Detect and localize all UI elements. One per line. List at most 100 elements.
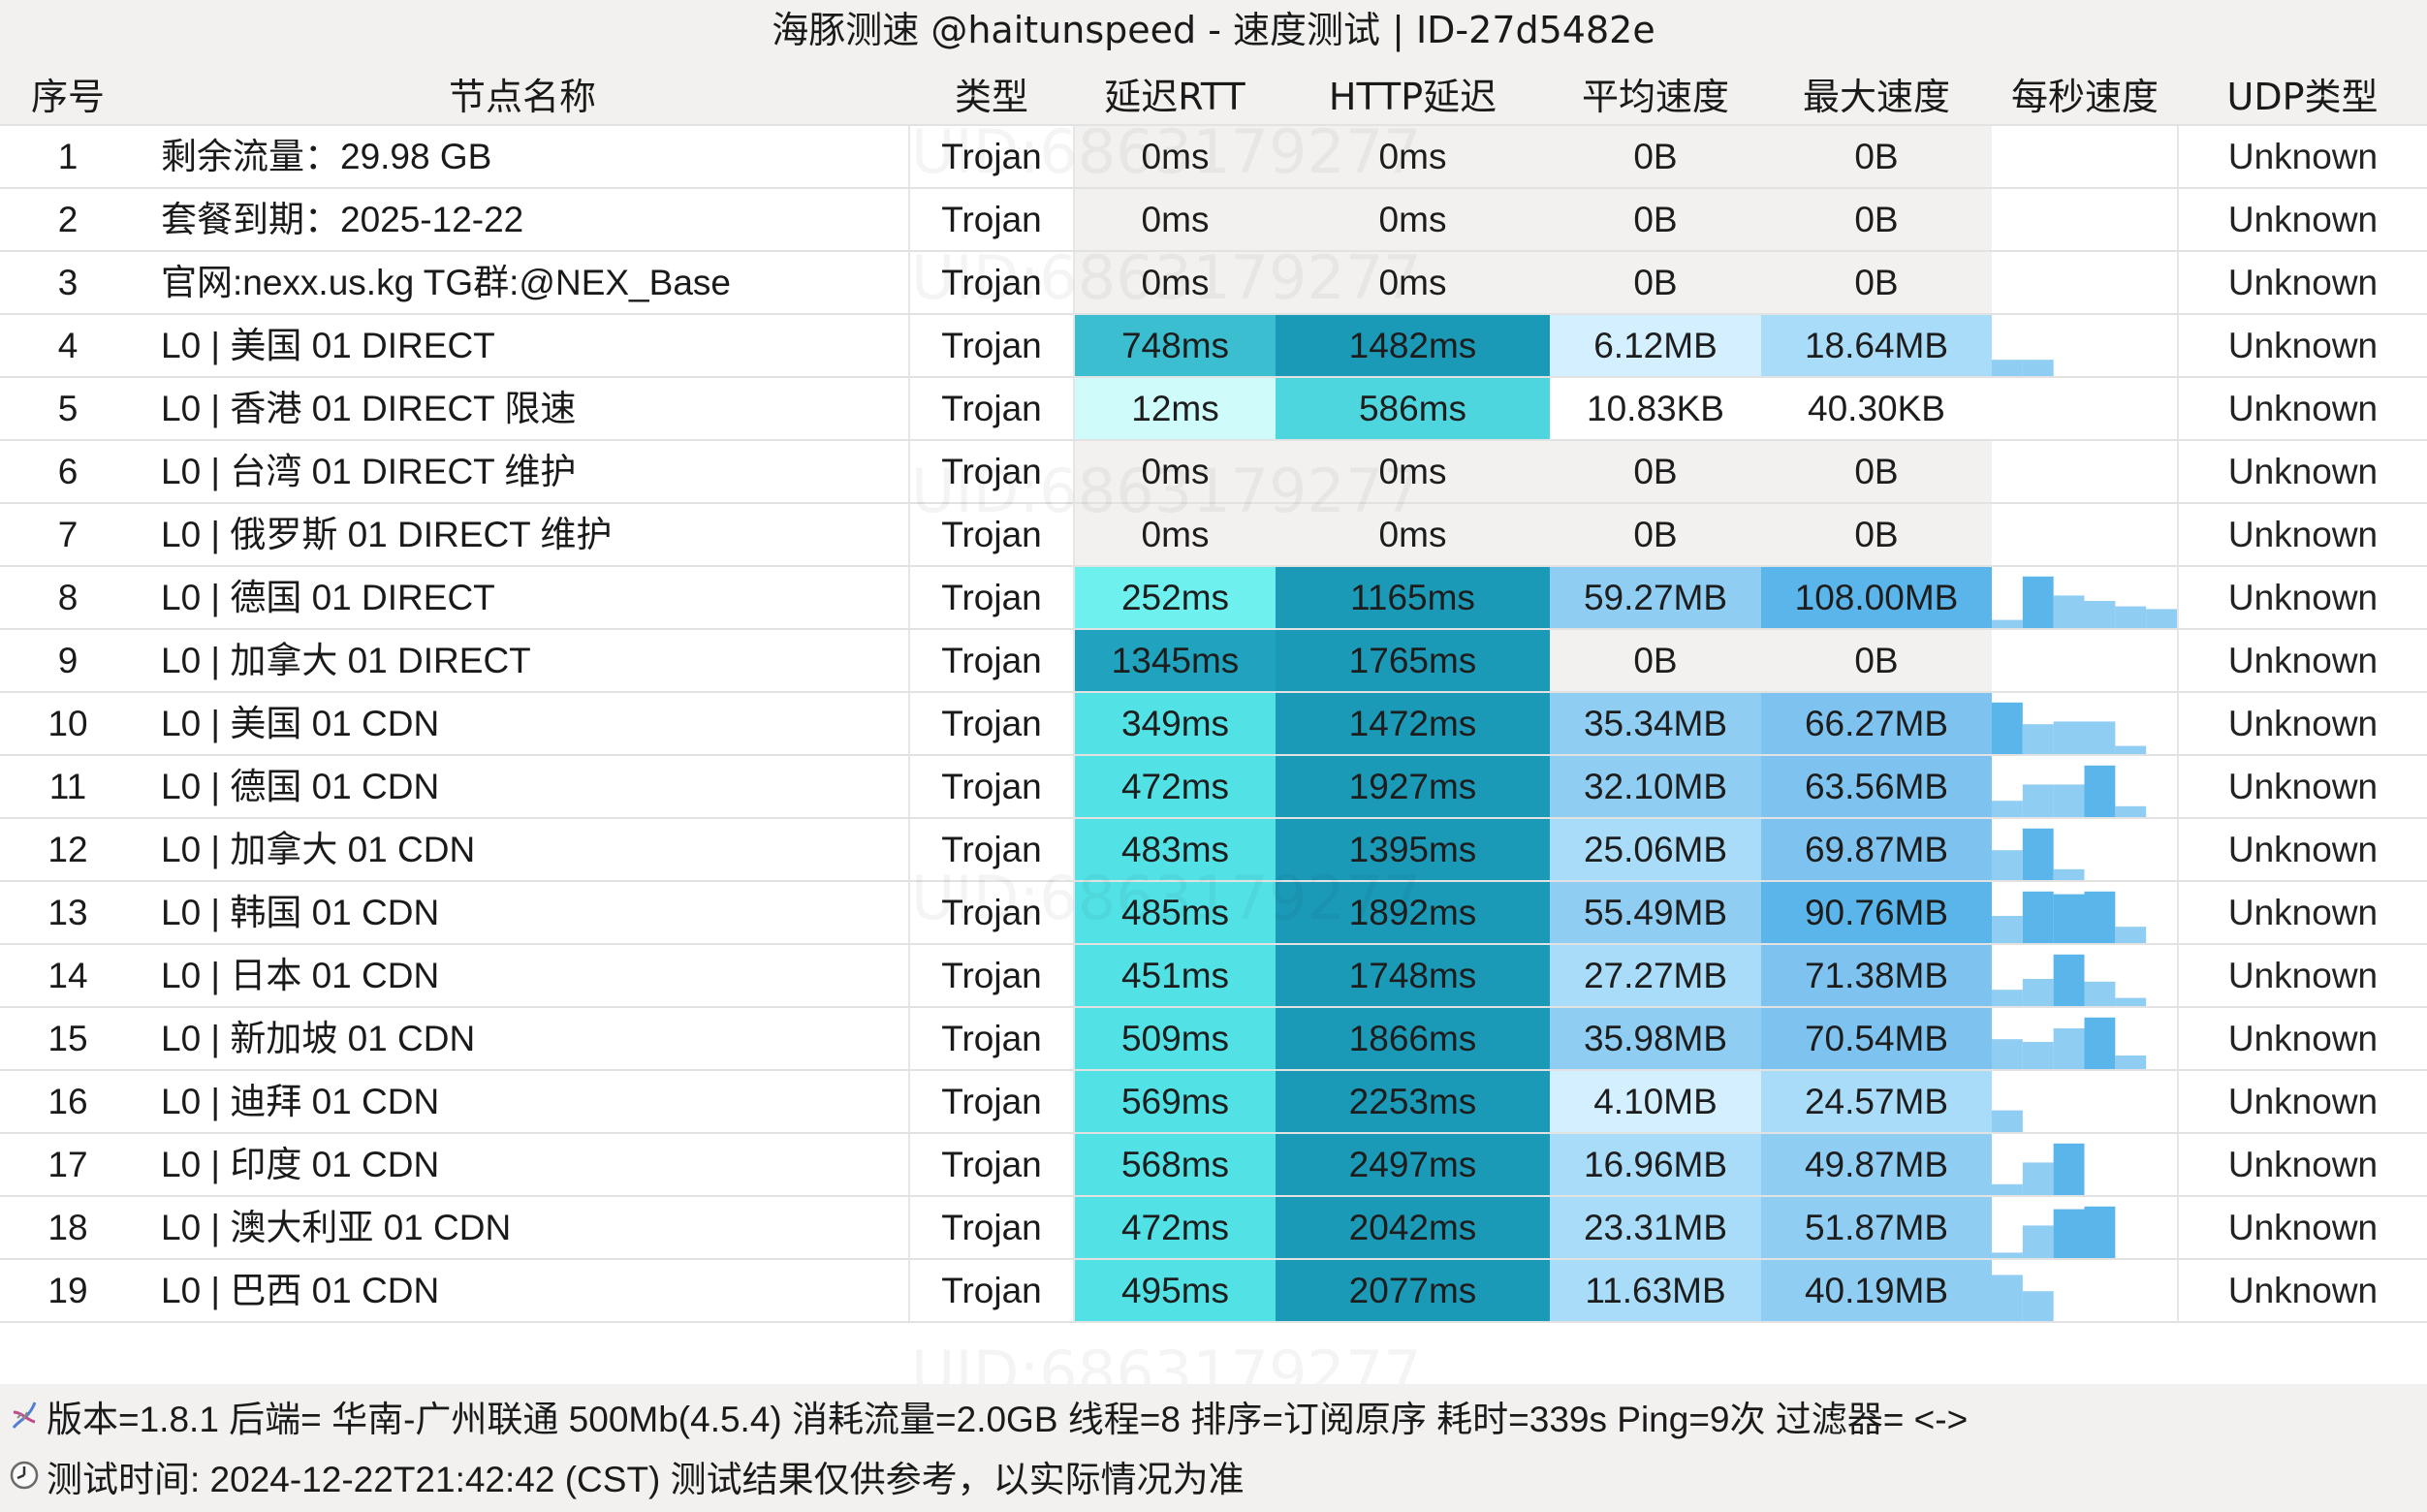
table-row[interactable]: 1 剩余流量：29.98 GB Trojan 0ms 0ms 0B 0B Unknown	[0, 125, 2427, 189]
col-header-avg-speed[interactable]: 平均速度	[1550, 62, 1761, 126]
cell-index: 14	[0, 944, 136, 1008]
cell-rtt: 472ms	[1074, 1196, 1276, 1260]
per-second-speed-sparkline	[1992, 1070, 2179, 1134]
cell-avg-speed: 10.83KB	[1550, 377, 1761, 441]
sparkline-bar	[2115, 997, 2147, 1005]
sparkline-bar	[2084, 721, 2116, 753]
col-header-udp-type[interactable]: UDP类型	[2178, 62, 2427, 126]
sparkline-bar	[2022, 828, 2054, 879]
table-row[interactable]: 2 套餐到期：2025-12-22 Trojan 0ms 0ms 0B 0B Unknown	[0, 188, 2427, 252]
table-row[interactable]: 12 L0 | 加拿大 01 CDN Trojan 483ms 1395ms 25.06M…	[0, 818, 2427, 882]
col-header-node-name[interactable]: 节点名称	[136, 62, 909, 126]
cell-rtt: 485ms	[1074, 881, 1276, 945]
cell-node-name: L0 | 韩国 01 CDN	[136, 881, 910, 945]
cell-node-name: L0 | 巴西 01 CDN	[136, 1259, 910, 1323]
cell-index: 9	[0, 629, 136, 693]
cell-index: 16	[0, 1070, 136, 1134]
cell-node-name: 套餐到期：2025-12-22	[136, 188, 910, 252]
table-row[interactable]: 14 L0 | 日本 01 CDN Trojan 451ms 1748ms 27.27MB…	[0, 944, 2427, 1008]
table-row[interactable]: 18 L0 | 澳大利亚 01 CDN Trojan 472ms 2042ms 23.31…	[0, 1196, 2427, 1260]
cell-udp-type: Unknown	[2178, 188, 2427, 252]
sparkline-bar	[1992, 702, 2023, 753]
cell-rtt: 509ms	[1074, 1007, 1276, 1071]
per-second-speed-sparkline	[1992, 1196, 2179, 1260]
clock-icon	[8, 1450, 47, 1510]
cell-node-name: L0 | 加拿大 01 DIRECT	[136, 629, 910, 693]
table-row[interactable]: 16 L0 | 迪拜 01 CDN Trojan 569ms 2253ms 4.10MB 2…	[0, 1070, 2427, 1134]
col-header-type[interactable]: 类型	[909, 62, 1074, 126]
table-row[interactable]: 7 L0 | 俄罗斯 01 DIRECT 维护 Trojan 0ms 0ms 0B 0B Un…	[0, 503, 2427, 567]
col-header-per-second-speed[interactable]: 每秒速度	[1992, 62, 2178, 126]
cell-max-speed: 18.64MB	[1761, 314, 1992, 378]
table-row[interactable]: 5 L0 | 香港 01 DIRECT 限速 Trojan 12ms 586ms 10.8…	[0, 377, 2427, 441]
cell-udp-type: Unknown	[2178, 629, 2427, 693]
cell-node-name: L0 | 俄罗斯 01 DIRECT 维护	[136, 503, 910, 567]
cell-http-latency: 1395ms	[1276, 818, 1550, 882]
cell-max-speed: 70.54MB	[1761, 1007, 1992, 1071]
sparkline-bar	[2022, 360, 2054, 375]
cell-rtt: 12ms	[1074, 377, 1276, 441]
sparkline-bar	[2022, 979, 2054, 1005]
cell-rtt: 0ms	[1074, 503, 1276, 567]
sparkline-bar	[2022, 1291, 2054, 1320]
cell-http-latency: 0ms	[1276, 188, 1550, 252]
sparkline-bar	[1992, 850, 2023, 879]
cell-index: 2	[0, 188, 136, 252]
cell-node-name: L0 | 迪拜 01 CDN	[136, 1070, 910, 1134]
cell-rtt: 483ms	[1074, 818, 1276, 882]
col-header-rtt[interactable]: 延迟RTT	[1074, 62, 1276, 126]
sparkline-bar	[2115, 1055, 2147, 1068]
cell-udp-type: Unknown	[2178, 314, 2427, 378]
col-header-max-speed[interactable]: 最大速度	[1761, 62, 1992, 126]
cell-max-speed: 0B	[1761, 188, 1992, 252]
table-row[interactable]: 11 L0 | 德国 01 CDN Trojan 472ms 1927ms 32.10MB…	[0, 755, 2427, 819]
cell-type: Trojan	[909, 1070, 1075, 1134]
cell-index: 19	[0, 1259, 136, 1323]
table-row[interactable]: 3 官网:nexx.us.kg TG群:@NEX_Base Trojan 0ms 0ms…	[0, 251, 2427, 315]
cell-udp-type: Unknown	[2178, 1196, 2427, 1260]
cell-http-latency: 2253ms	[1276, 1070, 1550, 1134]
cell-rtt: 0ms	[1074, 251, 1276, 315]
per-second-speed-sparkline	[1992, 944, 2179, 1008]
cell-index: 1	[0, 125, 136, 189]
table-row[interactable]: 17 L0 | 印度 01 CDN Trojan 568ms 2497ms 16.96MB…	[0, 1133, 2427, 1197]
cell-max-speed: 24.57MB	[1761, 1070, 1992, 1134]
table-row[interactable]: 19 L0 | 巴西 01 CDN Trojan 495ms 2077ms 11.63MB…	[0, 1259, 2427, 1323]
cell-index: 17	[0, 1133, 136, 1197]
cell-http-latency: 2077ms	[1276, 1259, 1550, 1323]
cell-max-speed: 108.00MB	[1761, 566, 1992, 630]
cell-avg-speed: 11.63MB	[1550, 1259, 1761, 1323]
cell-type: Trojan	[909, 1007, 1075, 1071]
cell-node-name: L0 | 美国 01 DIRECT	[136, 314, 910, 378]
cell-max-speed: 66.27MB	[1761, 692, 1992, 756]
table-row[interactable]: 15 L0 | 新加坡 01 CDN Trojan 509ms 1866ms 35.98M…	[0, 1007, 2427, 1071]
cell-udp-type: Unknown	[2178, 944, 2427, 1008]
cell-max-speed: 0B	[1761, 440, 1992, 504]
cell-http-latency: 0ms	[1276, 503, 1550, 567]
sparkline-bar	[2022, 784, 2054, 816]
per-second-speed-sparkline	[1992, 1007, 2179, 1071]
cell-http-latency: 1866ms	[1276, 1007, 1550, 1071]
col-header-index[interactable]: 序号	[0, 62, 136, 126]
table-row[interactable]: 10 L0 | 美国 01 CDN Trojan 349ms 1472ms 35.34MB…	[0, 692, 2427, 756]
cell-index: 8	[0, 566, 136, 630]
cell-max-speed: 71.38MB	[1761, 944, 1992, 1008]
table-row[interactable]: 8 L0 | 德国 01 DIRECT Trojan 252ms 1165ms 59.27…	[0, 566, 2427, 630]
cell-rtt: 495ms	[1074, 1259, 1276, 1323]
cell-node-name: L0 | 印度 01 CDN	[136, 1133, 910, 1197]
table-row[interactable]: 13 L0 | 韩国 01 CDN Trojan 485ms 1892ms 55.49MB…	[0, 881, 2427, 945]
col-header-http-latency[interactable]: HTTP延迟	[1276, 62, 1550, 126]
cell-node-name: L0 | 美国 01 CDN	[136, 692, 910, 756]
table-row[interactable]: 4 L0 | 美国 01 DIRECT Trojan 748ms 1482ms 6.12M…	[0, 314, 2427, 378]
sparkline-bar	[1992, 1275, 2023, 1320]
sparkline-bar	[2084, 1206, 2116, 1257]
cell-max-speed: 0B	[1761, 125, 1992, 189]
cell-udp-type: Unknown	[2178, 1070, 2427, 1134]
table-row[interactable]: 9 L0 | 加拿大 01 DIRECT Trojan 1345ms 1765ms 0B 0…	[0, 629, 2427, 693]
footer-info-text: 版本=1.8.1 后端= 华南-广州联通 500Mb(4.5.4) 消耗流量=2…	[47, 1400, 1969, 1440]
per-second-speed-sparkline	[1992, 566, 2179, 630]
cell-type: Trojan	[909, 1196, 1075, 1260]
cell-index: 12	[0, 818, 136, 882]
table-row[interactable]: 6 L0 | 台湾 01 DIRECT 维护 Trojan 0ms 0ms 0B 0B Unk…	[0, 440, 2427, 504]
sparkline-bar	[1992, 1039, 2023, 1068]
